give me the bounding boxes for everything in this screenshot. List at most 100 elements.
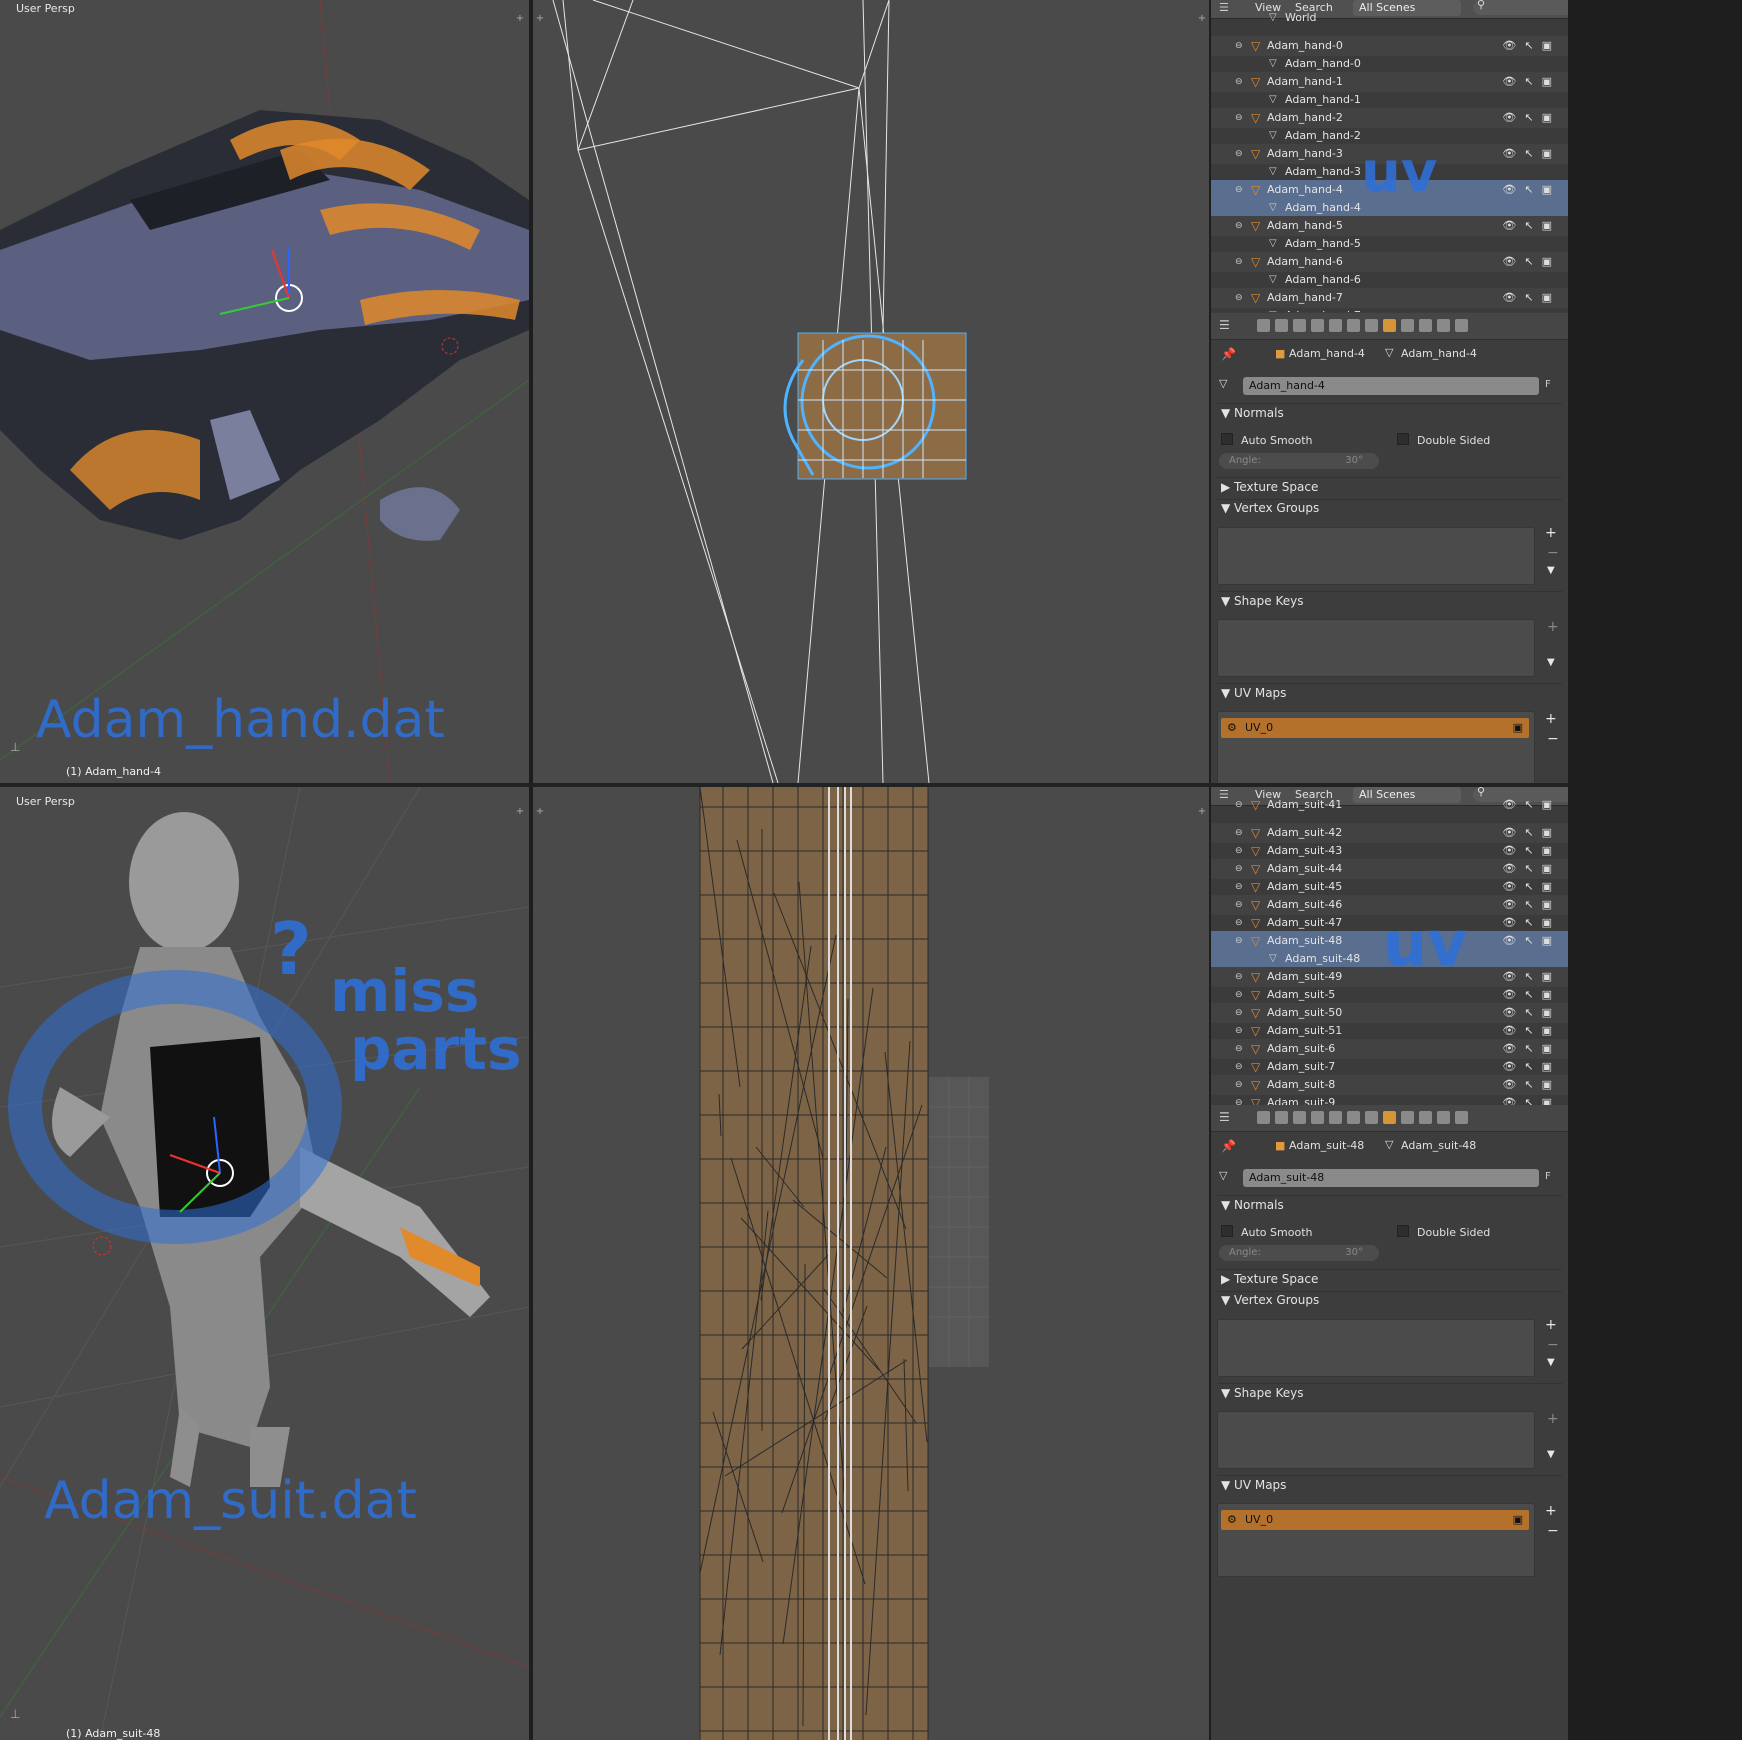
mesh-data-tab-icon[interactable] [1383,1111,1396,1124]
vertex-group-menu-icon[interactable]: ▼ [1547,565,1555,576]
visibility-controls-icon[interactable]: 👁↖▣ [1502,1075,1560,1095]
outliner-row[interactable]: ▽ Adam_hand-6 [1211,270,1568,290]
remove-uv-map-button[interactable]: − [1547,1523,1559,1539]
visibility-controls-icon[interactable]: 👁↖▣ [1502,967,1560,987]
object-tab-icon[interactable] [1329,1111,1342,1124]
add-uv-map-button[interactable]: + [1545,1503,1557,1519]
visibility-controls-icon[interactable]: 👁↖▣ [1502,252,1560,272]
add-shape-key-button[interactable]: + [1547,619,1559,635]
shape-keys-list[interactable] [1217,619,1535,677]
vertex-group-menu-icon[interactable]: ▼ [1547,1357,1555,1368]
physics-tab-icon[interactable] [1455,1111,1468,1124]
remove-vertex-group-button[interactable]: − [1547,545,1559,561]
visibility-controls-icon[interactable]: 👁↖▣ [1502,1093,1560,1105]
area-split-icon[interactable]: + [535,14,545,24]
outliner-row[interactable]: ⊖ ▽ Adam_hand-6 👁↖▣ [1211,252,1568,272]
uv-map-item[interactable]: ⚙ UV_0 ▣ [1221,1510,1529,1530]
outliner-row[interactable]: ⊖ ▽ Adam_suit-51 👁↖▣ [1211,1021,1568,1041]
expand-toggle-icon[interactable]: ⊖ [1235,931,1243,951]
expand-toggle-icon[interactable]: ⊖ [1235,72,1243,92]
outliner-row[interactable]: ⊖ ▽ Adam_suit-50 👁↖▣ [1211,1003,1568,1023]
visibility-controls-icon[interactable]: 👁↖▣ [1502,913,1560,933]
double-sided-checkbox[interactable]: Double Sided [1397,1225,1490,1239]
outliner-row[interactable]: ▽ Adam_hand-7 [1211,306,1568,312]
vertex-groups-panel-header[interactable]: ▼ Vertex Groups [1221,501,1319,515]
vertex-groups-list[interactable] [1217,527,1535,585]
editor-type-icon[interactable]: ☰ [1219,1110,1230,1124]
outliner-row[interactable]: ⊖ ▽ Adam_suit-42 👁↖▣ [1211,823,1568,843]
outliner-row[interactable]: ⊖ ▽ Adam_hand-2 👁↖▣ [1211,108,1568,128]
material-tab-icon[interactable] [1401,1111,1414,1124]
outliner-row[interactable]: ⊖ ▽ Adam_hand-0 👁↖▣ [1211,36,1568,56]
particles-tab-icon[interactable] [1437,319,1450,332]
active-render-icon[interactable]: ▣ [1513,1510,1523,1530]
texture-space-panel-header[interactable]: ▶ Texture Space [1221,480,1318,494]
mesh-name-field[interactable]: Adam_hand-4 [1243,377,1539,395]
auto-smooth-checkbox[interactable]: Auto Smooth [1221,1225,1312,1239]
mesh-data-tab-icon[interactable] [1383,319,1396,332]
area-split-icon[interactable]: + [535,807,545,817]
visibility-controls-icon[interactable]: 👁↖▣ [1502,36,1560,56]
expand-toggle-icon[interactable]: ⊖ [1235,1075,1243,1095]
expand-toggle-icon[interactable]: ⊖ [1235,1003,1243,1023]
normals-panel-header[interactable]: ▼ Normals [1221,406,1284,420]
remove-vertex-group-button[interactable]: − [1547,1337,1559,1353]
visibility-controls-icon[interactable]: 👁↖▣ [1502,795,1560,815]
expand-toggle-icon[interactable]: ⊖ [1235,36,1243,56]
shape-key-menu-icon[interactable]: ▼ [1547,1449,1555,1460]
visibility-controls-icon[interactable]: 👁↖▣ [1502,180,1560,200]
add-shape-key-button[interactable]: + [1547,1411,1559,1427]
expand-toggle-icon[interactable]: ⊖ [1235,144,1243,164]
constraints-tab-icon[interactable] [1347,1111,1360,1124]
visibility-controls-icon[interactable]: 👁↖▣ [1502,72,1560,92]
expand-toggle-icon[interactable]: ⊖ [1235,967,1243,987]
outliner-row[interactable]: ⊖ ▽ Adam_suit-5 👁↖▣ [1211,985,1568,1005]
visibility-controls-icon[interactable]: 👁↖▣ [1502,144,1560,164]
outliner-row[interactable]: ⊖ ▽ Adam_suit-41 👁↖▣ [1211,795,1568,815]
visibility-controls-icon[interactable]: 👁↖▣ [1502,985,1560,1005]
add-uv-map-button[interactable]: + [1545,711,1557,727]
texture-tab-icon[interactable] [1419,319,1432,332]
visibility-controls-icon[interactable]: 👁↖▣ [1502,931,1560,951]
outliner-row[interactable]: ⊖ ▽ Adam_hand-1 👁↖▣ [1211,72,1568,92]
area-split-icon[interactable]: + [1197,14,1207,24]
vertex-groups-panel-header[interactable]: ▼ Vertex Groups [1221,1293,1319,1307]
expand-toggle-icon[interactable]: ⊖ [1235,288,1243,308]
outliner-row[interactable]: ▽ World [1211,8,1568,28]
expand-toggle-icon[interactable]: ⊖ [1235,841,1243,861]
area-split-icon[interactable]: + [515,14,525,24]
shape-key-menu-icon[interactable]: ▼ [1547,657,1555,668]
double-sided-checkbox[interactable]: Double Sided [1397,433,1490,447]
expand-toggle-icon[interactable]: ⊖ [1235,108,1243,128]
viewport-3d-top[interactable]: User Persp Adam_hand.dat ⊥ (1) Adam_hand… [0,0,529,783]
outliner-row[interactable]: ⊖ ▽ Adam_suit-43 👁↖▣ [1211,841,1568,861]
outliner-row[interactable]: ⊖ ▽ Adam_hand-5 👁↖▣ [1211,216,1568,236]
visibility-controls-icon[interactable]: 👁↖▣ [1502,859,1560,879]
render-tab-icon[interactable] [1257,319,1270,332]
visibility-controls-icon[interactable]: 👁↖▣ [1502,1021,1560,1041]
expand-toggle-icon[interactable]: ⊖ [1235,859,1243,879]
layers-tab-icon[interactable] [1275,319,1288,332]
expand-toggle-icon[interactable]: ⊖ [1235,985,1243,1005]
world-tab-icon[interactable] [1311,319,1324,332]
editor-type-icon[interactable]: ☰ [1219,318,1230,332]
outliner-row[interactable]: ▽ Adam_hand-5 [1211,234,1568,254]
uv-editor-top[interactable]: + + [533,0,1209,783]
expand-toggle-icon[interactable]: ⊖ [1235,913,1243,933]
expand-toggle-icon[interactable]: ⊖ [1235,1039,1243,1059]
shape-keys-panel-header[interactable]: ▼ Shape Keys [1221,594,1303,608]
uv-maps-panel-header[interactable]: ▼ UV Maps [1221,1478,1286,1492]
visibility-controls-icon[interactable]: 👁↖▣ [1502,841,1560,861]
area-split-icon[interactable]: + [515,807,525,817]
modifiers-tab-icon[interactable] [1365,1111,1378,1124]
scene-tab-icon[interactable] [1293,319,1306,332]
particles-tab-icon[interactable] [1437,1111,1450,1124]
expand-toggle-icon[interactable]: ⊖ [1235,1093,1243,1105]
layers-tab-icon[interactable] [1275,1111,1288,1124]
expand-toggle-icon[interactable]: ⊖ [1235,180,1243,200]
physics-tab-icon[interactable] [1455,319,1468,332]
constraints-tab-icon[interactable] [1347,319,1360,332]
object-tab-icon[interactable] [1329,319,1342,332]
texture-tab-icon[interactable] [1419,1111,1432,1124]
viewport-3d-bottom[interactable]: User Persp ? miss parts Adam_suit.dat ⊥ … [0,787,529,1740]
